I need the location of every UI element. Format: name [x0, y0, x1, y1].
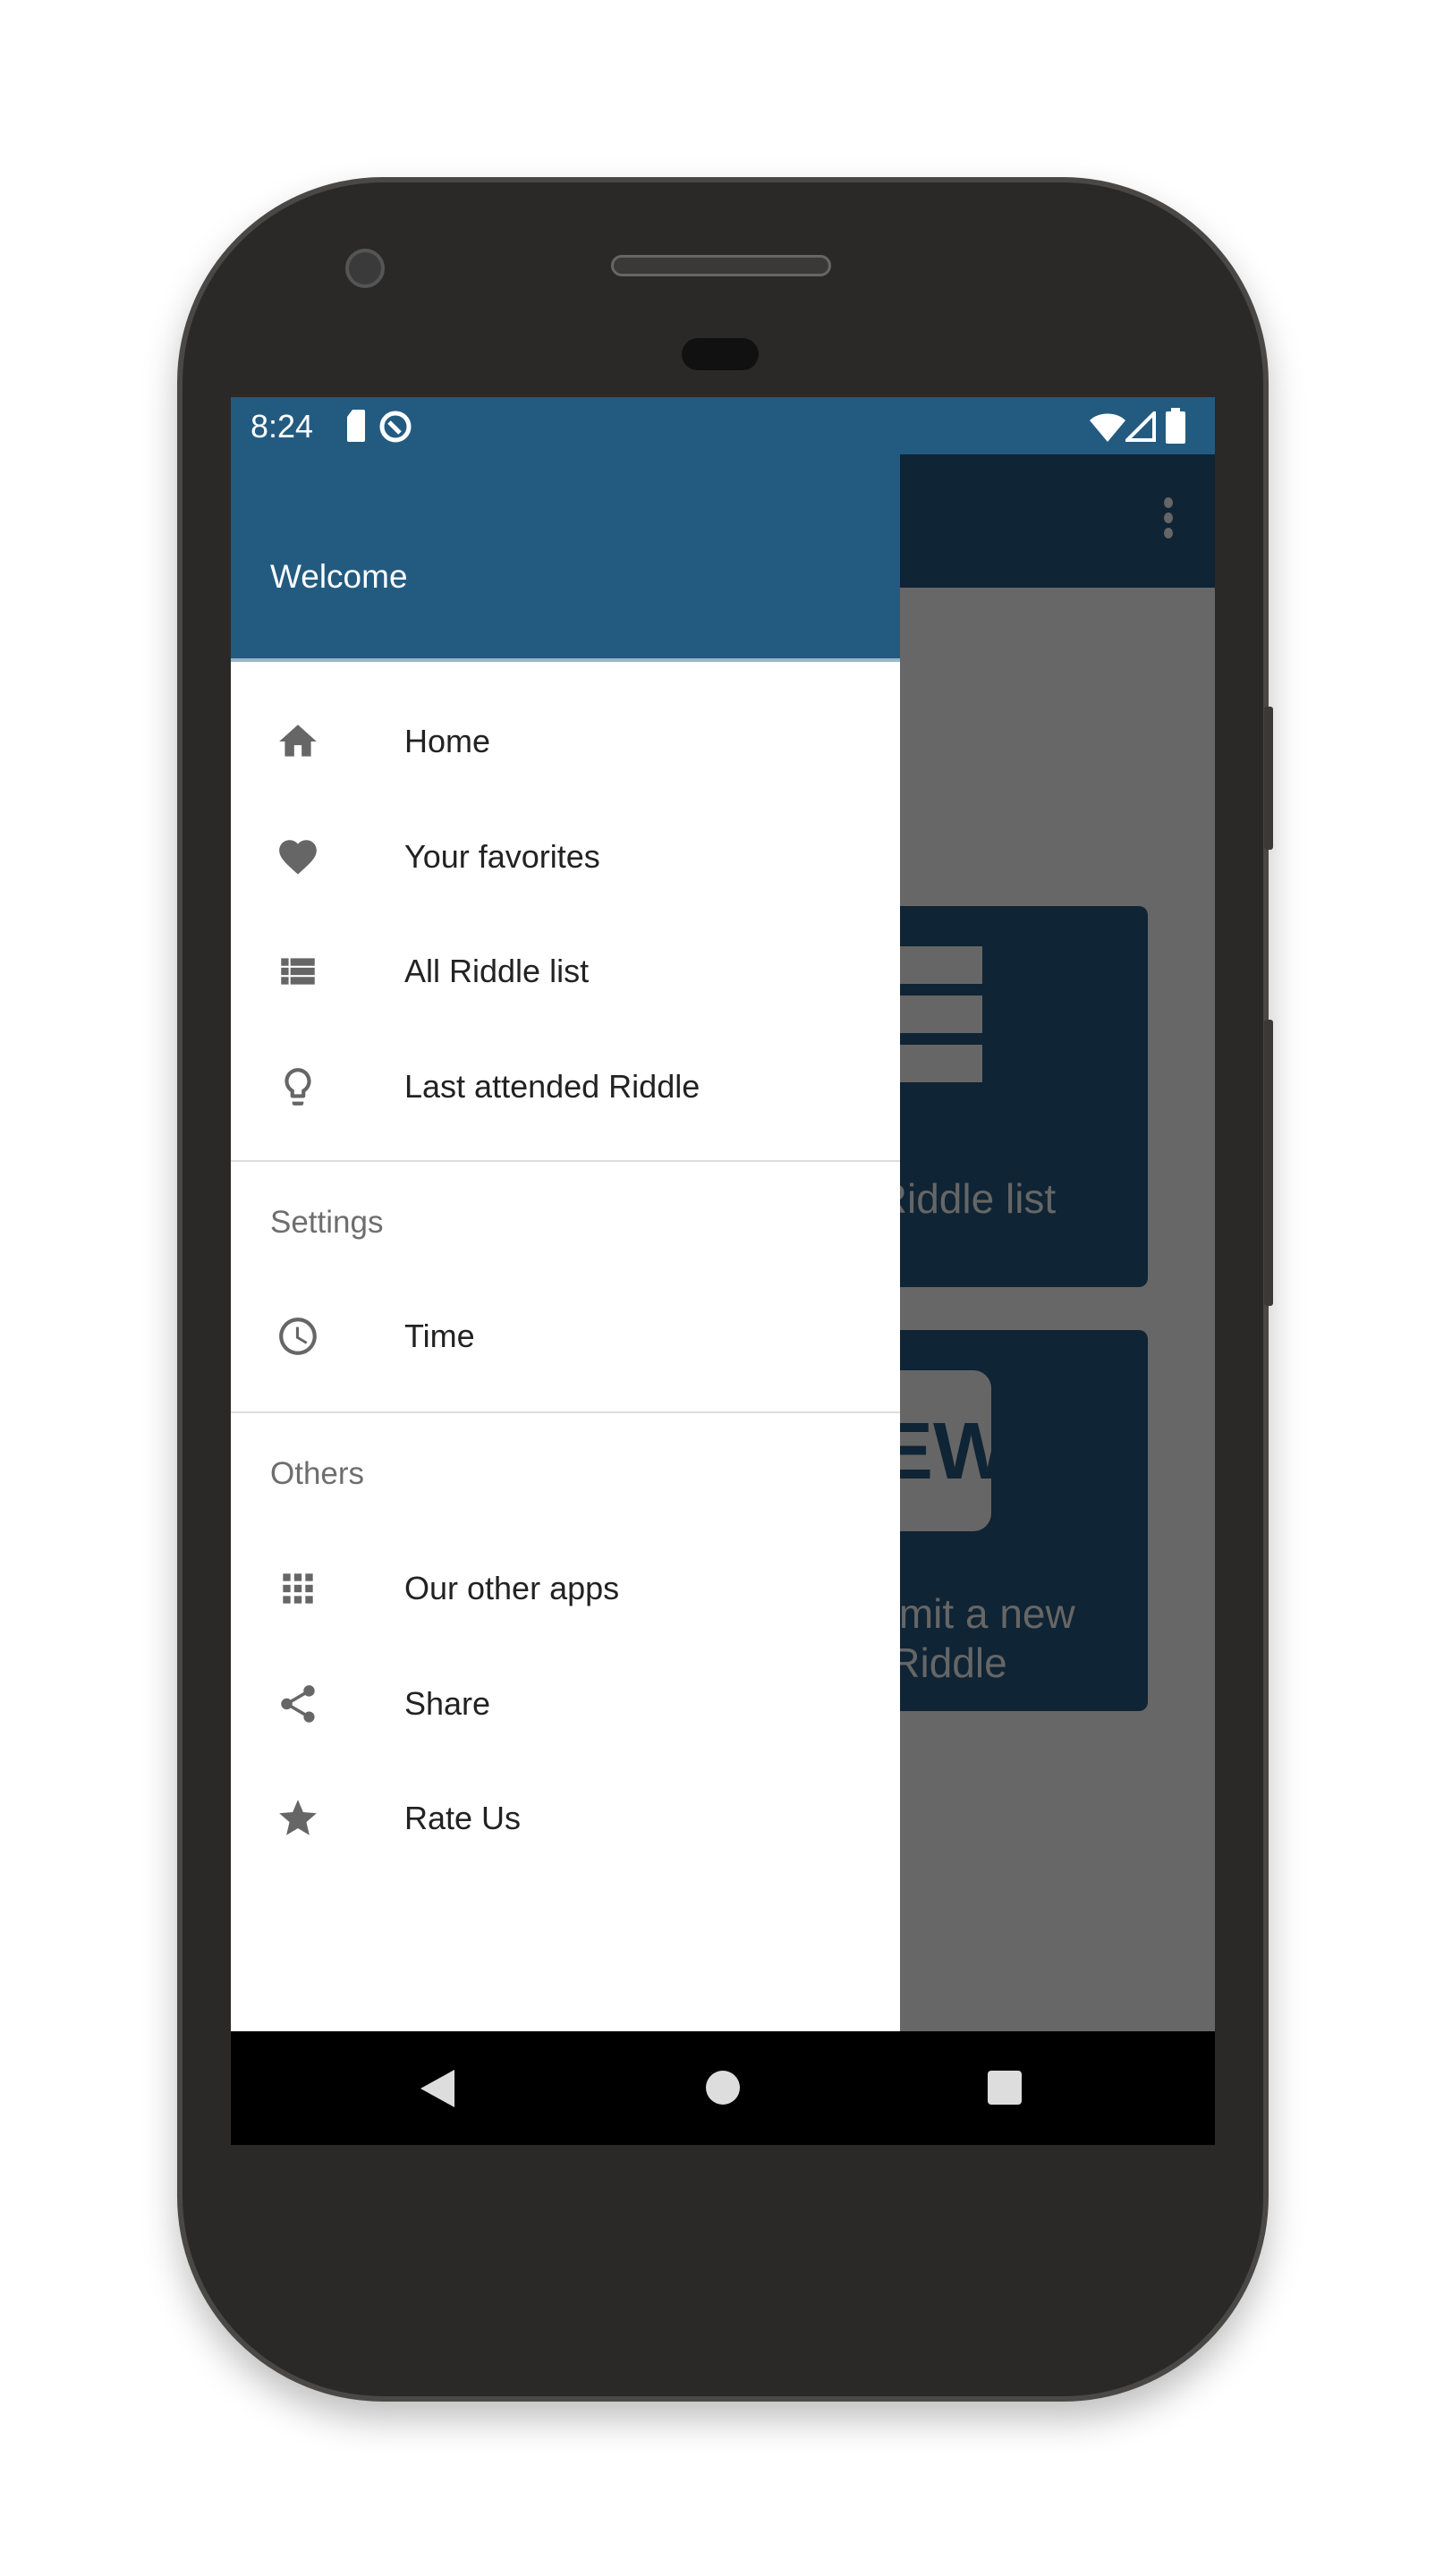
data-saver-icon [379, 411, 412, 443]
signal-icon [1125, 411, 1156, 442]
clock-time: 8:24 [250, 408, 314, 445]
screen: Riddle list NEW omit a new Riddle Welcom… [231, 397, 1215, 2145]
home-button-icon[interactable] [706, 2071, 740, 2105]
heart-icon [279, 840, 317, 875]
back-icon[interactable] [420, 2070, 454, 2107]
drawer-item-rate-us[interactable]: Rate Us [231, 1760, 900, 1875]
wifi-icon [1090, 413, 1125, 442]
navigation-drawer: Welcome Home Your favorites All Riddle l… [231, 397, 900, 2031]
item-label: Time [404, 1318, 475, 1354]
drawer-title: Welcome [270, 558, 408, 595]
lightbulb-icon [284, 1068, 311, 1106]
drawer-item-all-riddles[interactable]: All Riddle list [231, 913, 900, 1028]
drawer-item-favorites[interactable]: Your favorites [231, 799, 900, 913]
system-navigation-bar [231, 2031, 1215, 2145]
section-header-settings: Settings [270, 1205, 384, 1240]
divider [231, 1411, 900, 1413]
status-bar: 8:24 [231, 397, 1215, 454]
share-icon [281, 1685, 315, 1723]
clock-icon [279, 1318, 317, 1355]
app-toolbar [900, 454, 1215, 588]
drawer-item-other-apps[interactable]: Our other apps [231, 1530, 900, 1645]
drawer-item-home[interactable]: Home [231, 683, 900, 798]
volume-button [1264, 1020, 1273, 1306]
item-label: Share [404, 1685, 491, 1722]
sd-card-icon [347, 410, 365, 442]
item-label: Your favorites [404, 838, 600, 875]
proximity-sensor [682, 338, 759, 370]
star-icon [279, 1800, 317, 1835]
earpiece-speaker [611, 255, 831, 276]
item-label: Home [404, 723, 491, 759]
list-icon [281, 958, 315, 985]
home-icon [279, 724, 317, 757]
divider [231, 1160, 900, 1162]
power-button [1264, 707, 1273, 850]
item-label: Rate Us [404, 1800, 522, 1836]
item-label: Last attended Riddle [404, 1068, 701, 1105]
drawer-item-time[interactable]: Time [231, 1278, 900, 1393]
drawer-item-last-attended[interactable]: Last attended Riddle [231, 1029, 900, 1143]
apps-grid-icon [283, 1573, 313, 1604]
front-camera [345, 249, 385, 288]
item-label: Our other apps [404, 1570, 620, 1606]
more-options-icon[interactable] [1151, 490, 1186, 553]
drawer-item-share[interactable]: Share [231, 1646, 900, 1760]
item-label: All Riddle list [404, 953, 590, 989]
section-header-others: Others [270, 1456, 365, 1491]
battery-icon [1166, 408, 1185, 444]
recents-icon[interactable] [988, 2071, 1022, 2105]
